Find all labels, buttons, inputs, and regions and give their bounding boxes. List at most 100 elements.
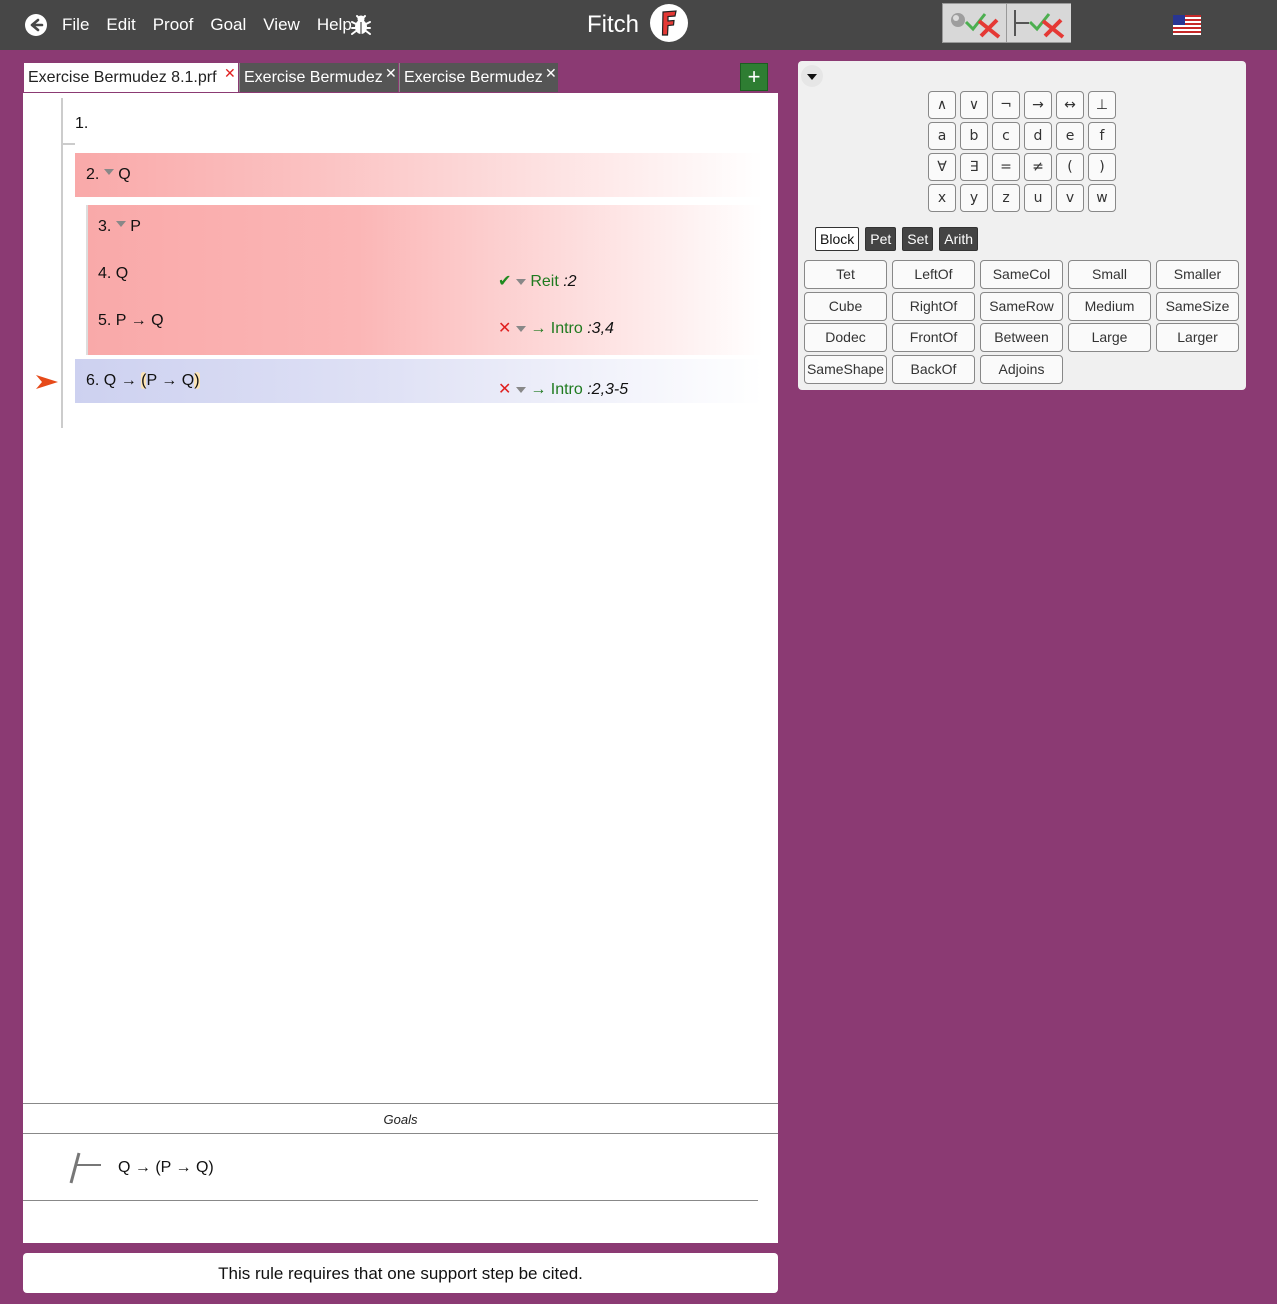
predicate-key[interactable]: SameCol	[980, 260, 1063, 289]
predicate-key[interactable]: Adjoins	[980, 354, 1063, 384]
rule-dropdown-icon[interactable]	[515, 325, 526, 332]
predicate-key[interactable]: Between	[980, 323, 1063, 352]
predicate-key[interactable]: Large	[1068, 323, 1151, 352]
lang-arith-button[interactable]: Arith	[939, 227, 979, 251]
predicate-key[interactable]: Medium	[1068, 291, 1151, 321]
formula-prefix[interactable]: Q →	[104, 372, 141, 389]
verify-step-button[interactable]	[943, 4, 1007, 42]
rule-dropdown-icon[interactable]	[515, 278, 526, 285]
close-icon[interactable]: ✕	[224, 65, 236, 82]
symbol-key[interactable]: u	[1024, 184, 1052, 212]
tab-label: Exercise Bermudez	[244, 69, 383, 86]
predicate-key[interactable]: RightOf	[892, 291, 975, 321]
justification-line-6[interactable]: ✕ → Intro :2,3-5	[498, 379, 628, 399]
menu-goal[interactable]: Goal	[210, 15, 246, 35]
lang-set-button[interactable]: Set	[902, 227, 934, 251]
symbol-key[interactable]: =	[992, 153, 1020, 181]
justification-line-4[interactable]: ✔ Reit :2	[498, 271, 577, 291]
us-flag-icon[interactable]	[1173, 15, 1201, 35]
predicate-key[interactable]: Dodec	[804, 323, 887, 352]
rule-name[interactable]: → Intro	[530, 381, 582, 398]
symbol-key[interactable]: ↔	[1056, 91, 1084, 119]
predicate-key[interactable]: SameSize	[1156, 291, 1239, 321]
citation[interactable]: :2	[563, 273, 576, 290]
focus-arrow-icon	[36, 375, 58, 389]
symbol-key[interactable]: d	[1024, 122, 1052, 150]
symbol-key[interactable]: ⊥	[1088, 91, 1116, 119]
symbol-key[interactable]: f	[1088, 122, 1116, 150]
add-tab-button[interactable]: +	[740, 63, 768, 91]
menu-edit[interactable]: Edit	[106, 15, 135, 35]
symbol-key[interactable]: z	[992, 184, 1020, 212]
caret-down-icon[interactable]	[103, 169, 114, 175]
proof-line-3[interactable]: 3. P	[98, 218, 141, 236]
line-formula[interactable]: Q	[116, 265, 128, 282]
menu-proof[interactable]: Proof	[153, 15, 194, 35]
bug-report-icon[interactable]	[350, 13, 372, 37]
predicate-key[interactable]: Small	[1068, 260, 1151, 289]
symbol-key[interactable]: )	[1088, 153, 1116, 181]
verify-goal-button[interactable]	[1007, 4, 1071, 42]
symbol-key[interactable]: v	[1056, 184, 1084, 212]
justification-line-5[interactable]: ✕ → Intro :3,4	[498, 318, 614, 338]
symbol-key[interactable]: ∀	[928, 153, 956, 181]
rule-name[interactable]: Reit	[530, 273, 558, 290]
caret-down-icon[interactable]	[115, 221, 126, 227]
back-arrow-icon[interactable]	[25, 14, 47, 36]
lang-pet-button[interactable]: Pet	[865, 227, 897, 251]
symbol-key[interactable]: w	[1088, 184, 1116, 212]
formula-inner[interactable]: P → Q	[146, 372, 194, 389]
citation[interactable]: :2,3-5	[587, 381, 628, 398]
symbol-key[interactable]: ¬	[992, 91, 1020, 119]
close-icon[interactable]: ✕	[545, 65, 557, 82]
symbol-key[interactable]: x	[928, 184, 956, 212]
symbol-key[interactable]: ∧	[928, 91, 956, 119]
symbol-key[interactable]: ≠	[1024, 153, 1052, 181]
symbol-key[interactable]: →	[1024, 91, 1052, 119]
predicate-key[interactable]: Smaller	[1156, 260, 1239, 289]
proof-line-6[interactable]: 6. Q → (P → Q)	[75, 359, 763, 403]
symbol-key[interactable]: c	[992, 122, 1020, 150]
symbol-key[interactable]: a	[928, 122, 956, 150]
citation[interactable]: :3,4	[587, 320, 614, 337]
menu-help[interactable]: Help	[317, 15, 352, 35]
lang-block-button[interactable]: Block	[815, 227, 860, 251]
menu-view[interactable]: View	[263, 15, 300, 35]
symbol-key[interactable]: e	[1056, 122, 1084, 150]
line-formula[interactable]: P → Q	[116, 312, 164, 329]
predicate-key[interactable]: SameShape	[804, 354, 887, 384]
predicate-key[interactable]: Tet	[804, 260, 887, 289]
tab-exercise-8-1[interactable]: Exercise Bermudez 8.1.prf ✕	[24, 63, 238, 92]
proof-line-4[interactable]: 4. Q	[98, 265, 128, 283]
proof-line-5[interactable]: 5. P → Q	[98, 312, 164, 330]
goal-item[interactable]: Q → (P → Q)	[23, 1143, 758, 1201]
symbol-key[interactable]: (	[1056, 153, 1084, 181]
tab-exercise-3[interactable]: Exercise Bermudez ✕	[399, 63, 558, 92]
symbol-key[interactable]: ∃	[960, 153, 988, 181]
proof-line-1[interactable]: 1.	[75, 115, 88, 133]
proof-line-2[interactable]: 2. Q	[75, 153, 763, 197]
close-icon[interactable]: ✕	[385, 65, 397, 82]
symbol-key[interactable]: y	[960, 184, 988, 212]
predicate-key[interactable]: Cube	[804, 291, 887, 321]
predicate-key[interactable]: Larger	[1156, 323, 1239, 352]
language-toggle-row: Block Pet Set Arith	[815, 227, 979, 251]
tab-exercise-2[interactable]: Exercise Bermudez ✕	[239, 63, 398, 92]
line-formula[interactable]: Q	[118, 166, 130, 183]
paren-close[interactable]: )	[194, 372, 200, 389]
predicate-key[interactable]: LeftOf	[892, 260, 975, 289]
menu-file[interactable]: File	[62, 15, 89, 35]
line-number: 5.	[98, 312, 112, 329]
rule-dropdown-icon[interactable]	[515, 386, 526, 393]
symbol-key[interactable]: ∨	[960, 91, 988, 119]
symbol-grid: ∧ ∨ ¬ → ↔ ⊥ a b c d e f ∀ ∃ = ≠ ( ) x y …	[928, 91, 1116, 212]
collapse-caret-icon[interactable]	[801, 65, 823, 87]
rule-name[interactable]: → Intro	[530, 320, 582, 337]
status-message: This rule requires that one support step…	[23, 1253, 778, 1293]
predicate-key[interactable]: BackOf	[892, 354, 975, 384]
predicate-key[interactable]: FrontOf	[892, 323, 975, 352]
symbol-key[interactable]: b	[960, 122, 988, 150]
predicate-key[interactable]: SameRow	[980, 291, 1063, 321]
top-bar: File Edit Proof Goal View Help Fitch	[0, 0, 1277, 50]
line-formula[interactable]: P	[130, 218, 141, 235]
